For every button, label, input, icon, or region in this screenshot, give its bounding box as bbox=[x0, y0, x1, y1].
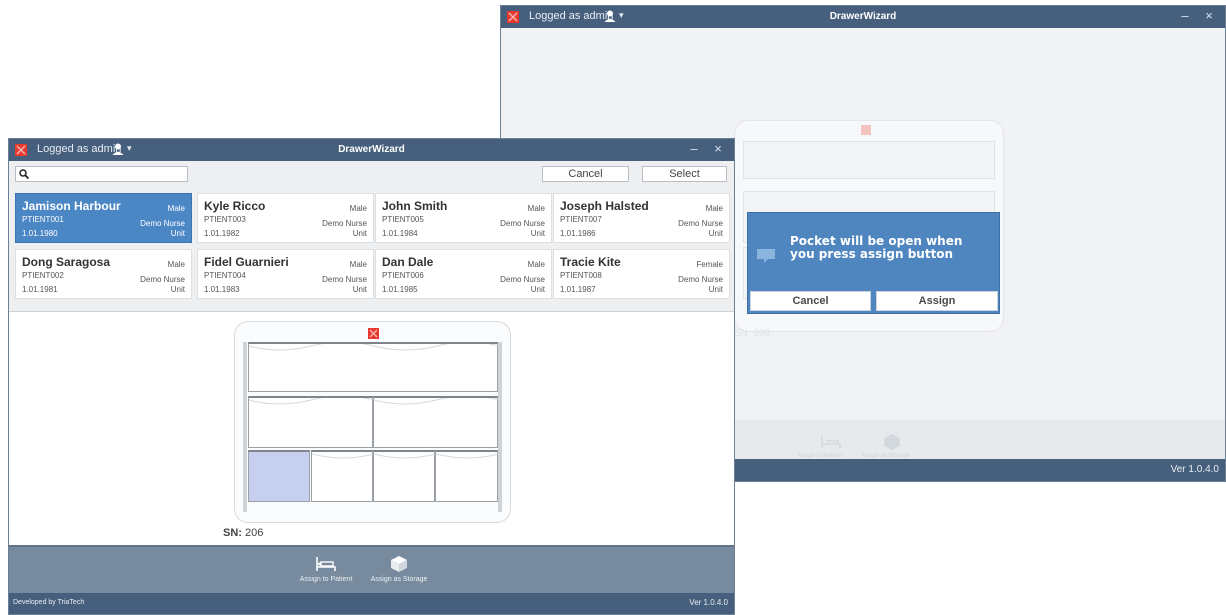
drawer-pocket[interactable] bbox=[373, 396, 499, 448]
bed-icon bbox=[821, 436, 841, 448]
dialog-assign-button[interactable]: Assign bbox=[876, 291, 998, 311]
close-button[interactable]: × bbox=[1201, 8, 1217, 23]
assign-dialog: Pocket will be open when you press assig… bbox=[748, 213, 999, 313]
close-button[interactable]: × bbox=[710, 141, 726, 156]
box-icon bbox=[391, 556, 407, 572]
dialog-cancel-button[interactable]: Cancel bbox=[750, 291, 871, 311]
drawer-pocket[interactable] bbox=[373, 450, 436, 502]
front-status-bar: Developed by TriaTech Ver 1.0.4.0 bbox=[9, 593, 734, 614]
front-window: Logged as admin ▾ DrawerWizard – × Cance… bbox=[8, 138, 735, 615]
box-icon bbox=[884, 434, 900, 450]
back-title-bar: Logged as admin ▾ DrawerWizard – × bbox=[501, 6, 1225, 28]
front-title-bar: Logged as admin ▾ DrawerWizard – × bbox=[9, 139, 734, 161]
drawer-logo-icon bbox=[368, 328, 379, 339]
bed-icon bbox=[316, 557, 336, 571]
minimize-button[interactable]: – bbox=[1177, 8, 1193, 23]
patient-picker: Cancel Select Jamison Harbour PTIENT001 … bbox=[9, 161, 734, 311]
patient-card[interactable]: Dan Dale PTIENT006 1.01.1985 Male Demo N… bbox=[375, 249, 552, 299]
assign-as-storage-button[interactable]: Assign as Storage bbox=[361, 555, 437, 583]
action-bar: Assign to Patient Assign as Storage bbox=[9, 545, 734, 597]
search-box[interactable] bbox=[15, 166, 188, 182]
patient-card[interactable]: Tracie Kite PTIENT008 1.01.1987 Female D… bbox=[553, 249, 730, 299]
sn-label: SN: bbox=[223, 527, 242, 539]
developer-label: Developed by TriaTech bbox=[13, 599, 85, 606]
pocket-icon bbox=[757, 249, 775, 263]
drawer-pocket[interactable] bbox=[435, 450, 499, 502]
minimize-button[interactable]: – bbox=[686, 141, 702, 156]
assign-to-patient-label: Assign to Patient bbox=[299, 576, 353, 583]
drawer-logo-icon bbox=[861, 125, 871, 135]
search-icon bbox=[19, 169, 29, 179]
patient-card[interactable]: Joseph Halsted PTIENT007 1.01.1986 Male … bbox=[553, 193, 730, 243]
drawer-pocket-selected[interactable] bbox=[248, 450, 310, 502]
back-sn-text: SN: 206 bbox=[734, 328, 771, 339]
assign-as-storage-label: Assign as Storage bbox=[370, 576, 428, 583]
serial-number: SN: 206 bbox=[223, 527, 263, 539]
drawer-pocket[interactable] bbox=[311, 450, 374, 502]
version-label: Ver 1.0.4.0 bbox=[689, 598, 728, 607]
select-button[interactable]: Select bbox=[642, 166, 727, 182]
drawer-pocket[interactable] bbox=[248, 342, 499, 392]
drawer-pocket[interactable] bbox=[248, 396, 374, 448]
search-input[interactable] bbox=[32, 168, 182, 179]
patient-card[interactable]: Dong Saragosa PTIENT002 1.01.1981 Male D… bbox=[15, 249, 192, 299]
window-title: DrawerWizard bbox=[829, 11, 897, 22]
patient-card[interactable]: Fidel Guarnieri PTIENT004 1.01.1983 Male… bbox=[197, 249, 374, 299]
version-label: Ver 1.0.4.0 bbox=[1170, 464, 1219, 475]
drawer-diagram bbox=[234, 321, 511, 523]
window-title: DrawerWizard bbox=[338, 144, 405, 155]
sn-value: 206 bbox=[245, 527, 264, 539]
patient-card[interactable]: Kyle Ricco PTIENT003 1.01.1982 Male Demo… bbox=[197, 193, 374, 243]
section-divider bbox=[9, 311, 734, 312]
dialog-message: Pocket will be open when you press assig… bbox=[790, 234, 963, 261]
patient-card[interactable]: Jamison Harbour PTIENT001 1.01.1980 Male… bbox=[15, 193, 192, 243]
cancel-button[interactable]: Cancel bbox=[542, 166, 629, 182]
assign-to-patient-button[interactable]: Assign to Patient bbox=[291, 555, 361, 583]
patient-card[interactable]: John Smith PTIENT005 1.01.1984 Male Demo… bbox=[375, 193, 552, 243]
